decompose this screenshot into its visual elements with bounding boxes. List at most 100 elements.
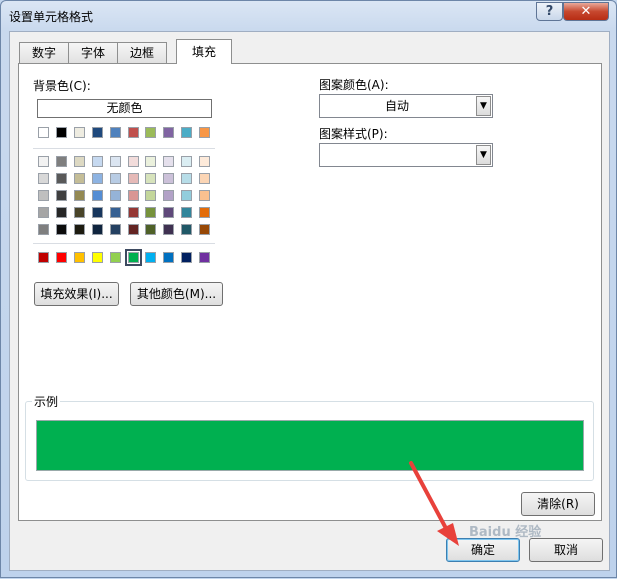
cancel-button[interactable]: 取消 <box>529 538 603 562</box>
theme-shade-swatch[interactable] <box>145 207 157 218</box>
theme-shade-swatch[interactable] <box>181 156 193 167</box>
theme-shade-swatch[interactable] <box>127 190 139 201</box>
tab-border[interactable]: 边框 <box>117 42 167 63</box>
watermark-logo: Baidu 经验 <box>469 525 542 540</box>
theme-shade-swatch[interactable] <box>163 173 175 184</box>
help-button[interactable]: ? <box>536 2 563 21</box>
theme-color-swatch[interactable] <box>91 127 103 138</box>
standard-color-swatch[interactable] <box>91 252 103 263</box>
chevron-down-icon[interactable]: ▼ <box>476 96 491 116</box>
pattern-color-value: 自动 <box>384 99 409 113</box>
fill-effects-button[interactable]: 填充效果(I)... <box>34 282 119 306</box>
theme-color-swatch[interactable] <box>73 127 85 138</box>
theme-shade-swatch[interactable] <box>127 224 139 235</box>
theme-shade-swatch[interactable] <box>73 173 85 184</box>
theme-shade-swatch[interactable] <box>145 190 157 201</box>
theme-color-swatch[interactable] <box>163 127 175 138</box>
tab-fill[interactable]: 填充 <box>176 39 232 64</box>
theme-shade-swatch[interactable] <box>145 173 157 184</box>
theme-color-swatch[interactable] <box>109 127 121 138</box>
theme-shade-swatch[interactable] <box>181 190 193 201</box>
theme-shade-swatch[interactable] <box>73 207 85 218</box>
pattern-color-label: 图案颜色(A): <box>319 78 389 92</box>
sample-preview <box>36 420 584 471</box>
theme-shade-swatch[interactable] <box>91 224 103 235</box>
ok-button[interactable]: 确定 <box>446 538 520 562</box>
theme-shade-swatch[interactable] <box>55 207 67 218</box>
dialog-body: 数字 字体 边框 填充 背景色(C): 无颜色 填充效果(I)... 其他颜色(… <box>9 31 610 571</box>
clear-button[interactable]: 清除(R) <box>521 492 595 516</box>
theme-shade-swatch[interactable] <box>91 207 103 218</box>
palette-divider-top <box>33 148 215 149</box>
theme-color-swatch[interactable] <box>145 127 157 138</box>
theme-shade-swatch[interactable] <box>163 190 175 201</box>
theme-shade-swatch[interactable] <box>55 224 67 235</box>
theme-shade-swatch[interactable] <box>91 156 103 167</box>
standard-color-swatch[interactable] <box>73 252 85 263</box>
theme-shade-swatch[interactable] <box>181 224 193 235</box>
theme-shade-swatch[interactable] <box>181 173 193 184</box>
standard-color-swatch[interactable] <box>181 252 193 263</box>
standard-color-swatch[interactable] <box>109 252 121 263</box>
standard-color-swatch[interactable] <box>199 252 211 263</box>
theme-shade-swatch[interactable] <box>199 156 211 167</box>
theme-shade-swatch[interactable] <box>38 224 49 235</box>
theme-shade-swatch[interactable] <box>38 207 49 218</box>
theme-shade-swatch[interactable] <box>73 190 85 201</box>
pattern-style-dropdown[interactable]: ▼ <box>319 143 493 167</box>
theme-shade-swatch[interactable] <box>127 156 139 167</box>
theme-shade-swatch[interactable] <box>91 173 103 184</box>
theme-shade-swatch[interactable] <box>199 190 211 201</box>
theme-shade-swatch[interactable] <box>73 224 85 235</box>
theme-shade-swatch[interactable] <box>38 173 49 184</box>
theme-shade-swatch[interactable] <box>199 173 211 184</box>
standard-color-swatch[interactable] <box>38 252 49 263</box>
theme-shade-swatch[interactable] <box>127 173 139 184</box>
palette-divider-bottom <box>33 243 215 244</box>
standard-color-swatch[interactable] <box>124 249 142 266</box>
theme-shade-swatch[interactable] <box>91 190 103 201</box>
dialog-title: 设置单元格格式 <box>9 10 94 24</box>
theme-color-swatch[interactable] <box>38 127 49 138</box>
more-colors-button[interactable]: 其他颜色(M)... <box>130 282 223 306</box>
theme-shade-swatch[interactable] <box>109 224 121 235</box>
theme-shade-swatch[interactable] <box>163 207 175 218</box>
theme-shade-swatch[interactable] <box>181 207 193 218</box>
theme-shade-swatch[interactable] <box>109 173 121 184</box>
theme-shade-swatch[interactable] <box>199 224 211 235</box>
title-bar[interactable]: 设置单元格格式 ? ✕ <box>1 1 616 31</box>
theme-shade-swatch[interactable] <box>55 190 67 201</box>
theme-color-swatch[interactable] <box>55 127 67 138</box>
theme-color-swatch[interactable] <box>127 127 139 138</box>
theme-shade-swatch[interactable] <box>145 156 157 167</box>
sample-label: 示例 <box>32 393 61 410</box>
theme-shade-swatch[interactable] <box>145 224 157 235</box>
theme-color-swatch[interactable] <box>181 127 193 138</box>
standard-color-swatch[interactable] <box>163 252 175 263</box>
theme-shade-swatch[interactable] <box>73 156 85 167</box>
tab-number[interactable]: 数字 <box>19 42 69 63</box>
background-color-label: 背景色(C): <box>33 79 91 93</box>
theme-shade-swatch[interactable] <box>38 190 49 201</box>
standard-color-swatch[interactable] <box>145 252 157 263</box>
theme-shade-swatch[interactable] <box>163 156 175 167</box>
theme-shade-swatch[interactable] <box>199 207 211 218</box>
theme-shade-swatch[interactable] <box>109 207 121 218</box>
theme-shade-swatch[interactable] <box>109 156 121 167</box>
theme-shade-swatch[interactable] <box>109 190 121 201</box>
theme-color-swatch[interactable] <box>199 127 211 138</box>
fill-tab-panel: 背景色(C): 无颜色 填充效果(I)... 其他颜色(M)... 图案颜色(A… <box>18 63 602 521</box>
close-button[interactable]: ✕ <box>563 2 609 21</box>
theme-shade-swatch[interactable] <box>55 156 67 167</box>
tab-font[interactable]: 字体 <box>68 42 118 63</box>
no-color-button[interactable]: 无颜色 <box>37 99 212 118</box>
pattern-color-dropdown[interactable]: 自动 ▼ <box>319 94 493 118</box>
pattern-style-label: 图案样式(P): <box>319 127 388 141</box>
sample-group: 示例 <box>25 393 594 481</box>
theme-shade-swatch[interactable] <box>38 156 49 167</box>
chevron-down-icon[interactable]: ▼ <box>476 145 491 165</box>
standard-color-swatch[interactable] <box>55 252 67 263</box>
theme-shade-swatch[interactable] <box>163 224 175 235</box>
theme-shade-swatch[interactable] <box>127 207 139 218</box>
theme-shade-swatch[interactable] <box>55 173 67 184</box>
